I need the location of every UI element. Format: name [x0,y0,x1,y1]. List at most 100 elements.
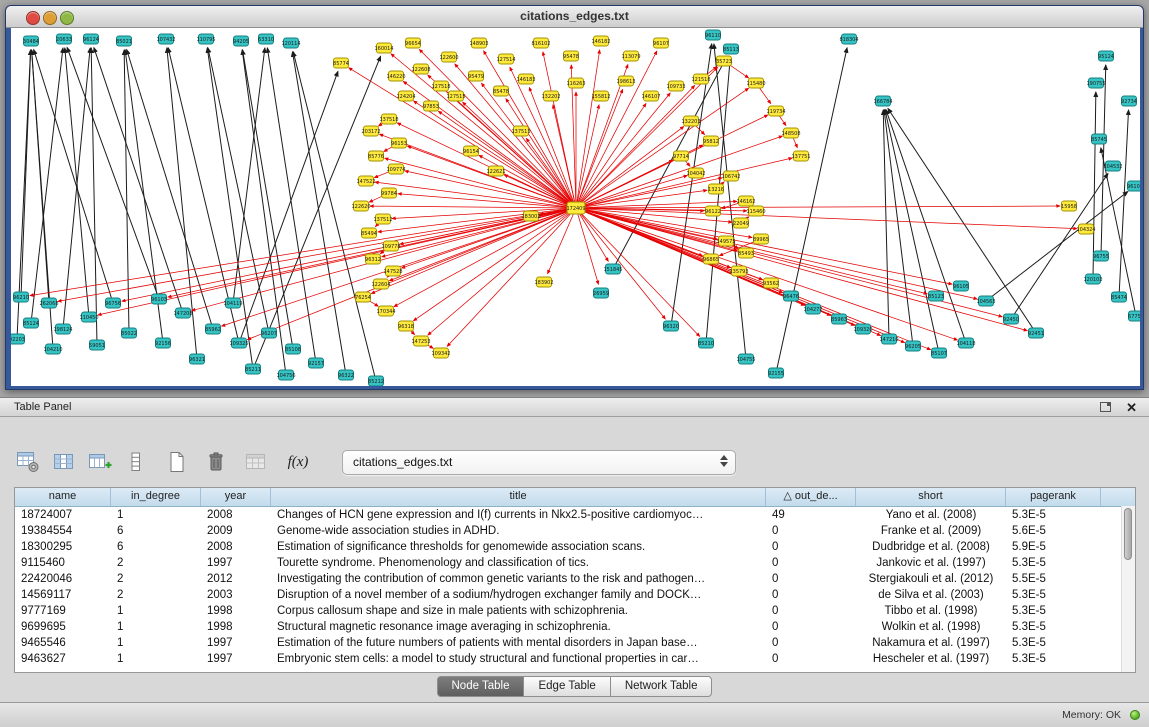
graph-edge [124,50,129,333]
tab-network-table[interactable]: Network Table [610,676,713,697]
graph-edge [239,71,338,343]
column-header-filler [1101,488,1135,506]
table-selector-dropdown[interactable]: citations_edges.txt [342,450,736,475]
graph-node-label: 183002 [521,214,540,220]
table-row[interactable]: 977716911998Corpus callosum shape and si… [15,603,1135,619]
float-panel-icon[interactable] [1100,402,1111,412]
scrollbar-thumb[interactable] [1124,508,1132,560]
graph-node-label: 26959 [593,291,609,297]
graph-node-label: 104756 [276,373,295,379]
column-header-name[interactable]: name [15,488,111,506]
tab-edge-table[interactable]: Edge Table [523,676,610,697]
graph-node-label: 119734 [766,109,785,115]
table-cell: 5.5E-5 [1006,571,1101,587]
graph-node-label: 147522 [356,179,375,185]
table-row[interactable]: 1456911722003Disruption of a novel membe… [15,587,1135,603]
graph-node-label: 85210 [698,341,714,347]
table-options-icon[interactable] [16,449,40,475]
table-cell: Investigating the contribution of common… [271,571,766,587]
graph-node-label: 92156 [155,341,171,347]
table-row[interactable]: 946554611997Estimation of the future num… [15,635,1135,651]
import-table-icon[interactable] [244,449,268,475]
graph-node-label: 115480 [746,81,765,87]
close-panel-icon[interactable]: ✕ [1126,399,1137,416]
table-tabs: Node TableEdge TableNetwork Table [0,676,1149,697]
graph-node-label: 22049 [733,221,749,227]
table-cell: 5.6E-5 [1006,523,1101,539]
graph-node-label: 67752 [1128,314,1140,320]
table-row[interactable]: 1830029562008Estimation of significance … [15,539,1135,555]
table-cell: Tourette syndrome. Phenomenology and cla… [271,555,766,571]
graph-node-label: 147208 [173,311,192,317]
column-visibility-icon[interactable] [53,449,75,475]
graph-node-label: 85774 [333,61,349,67]
graph-node-label: 137513 [511,129,530,135]
column-header-title[interactable]: title [271,488,766,506]
table-cell: 0 [766,523,856,539]
table-cell: 5.3E-5 [1006,635,1101,651]
table-cell: 9777169 [15,603,111,619]
graph-node-label: 146162 [736,199,755,205]
table-cell: Corpus callosum shape and size in male p… [271,603,766,619]
table-cell: 2003 [201,587,271,603]
graph-node-label: 95478 [563,54,579,60]
graph-node-label: 85124 [23,321,39,327]
node-table: namein_degreeyeartitle△ out_de...shortpa… [14,487,1136,673]
graph-edge [986,191,1128,301]
table-cell: Nakamura et al. (1997) [856,635,1006,651]
table-cell: 9463627 [15,651,111,667]
table-cell: 6 [111,539,201,555]
graph-node-label: 85474 [1111,295,1127,301]
table-cell: 0 [766,555,856,571]
function-builder-icon[interactable]: f(x) [287,449,309,475]
graph-node-label: 95479 [468,74,484,80]
graph-node-label: 122608 [411,67,430,73]
table-row[interactable]: 911546021997Tourette syndrome. Phenomeno… [15,555,1135,571]
graph-node-label: 85493 [738,251,754,257]
delete-icon[interactable] [205,449,227,475]
graph-node-label: 132202 [541,94,560,100]
fx-label: f(x) [288,454,309,471]
panel-resize-handle[interactable] [567,390,581,395]
graph-edge [428,208,576,335]
graph-node-label: 96756 [105,301,121,307]
table-cell: 0 [766,571,856,587]
column-header-out_de[interactable]: △ out_de... [766,488,856,506]
table-row[interactable]: 969969511998Structural magnetic resonanc… [15,619,1135,635]
network-canvas[interactable]: 1724093048420633961248502110743211079594… [11,28,1140,386]
table-scrollbar[interactable] [1121,506,1135,672]
graph-edge [242,50,286,375]
graph-node-label: 127514 [496,57,515,63]
column-header-in_degree[interactable]: in_degree [111,488,201,506]
graph-node-label: 92157 [308,361,324,367]
column-header-pagerank[interactable]: pagerank [1006,488,1101,506]
table-selector-value: citations_edges.txt [353,451,452,474]
graph-edge [293,52,376,381]
graph-node-label: 113079 [621,54,640,60]
table-row[interactable]: 946362711997Embryonic stem cells: a mode… [15,651,1135,667]
table-row[interactable]: 2242004622012Investigating the contribut… [15,571,1135,587]
table-cell: 18300295 [15,539,111,555]
column-header-year[interactable]: year [201,488,271,506]
table-cell: Franke et al. (2009) [856,523,1006,539]
graph-edge [414,101,576,208]
table-cell: 0 [766,619,856,635]
column-header-short[interactable]: short [856,488,1006,506]
status-bar: Memory: OK [0,702,1149,727]
table-row[interactable]: 1938455462009Genome-wide association stu… [15,523,1135,539]
graph-node-label: 183902 [534,280,553,286]
graph-node-label: 85123 [928,294,944,300]
graph-node-label: 203172 [361,129,380,135]
graph-edge [242,50,293,349]
graph-node-label: 109325 [229,341,248,347]
create-column-icon[interactable] [88,449,112,475]
graph-edge [576,208,931,350]
row-list-icon[interactable] [125,449,147,475]
graph-node-label: 190755 [1086,81,1105,87]
table-row[interactable]: 1872400712008Changes of HCN gene express… [15,507,1135,523]
graph-node-label: 124204 [396,94,415,100]
new-document-icon[interactable] [166,449,188,475]
table-cell: 5.3E-5 [1006,507,1101,523]
tab-node-table[interactable]: Node Table [437,676,525,697]
window-titlebar[interactable]: citations_edges.txt [6,6,1143,28]
